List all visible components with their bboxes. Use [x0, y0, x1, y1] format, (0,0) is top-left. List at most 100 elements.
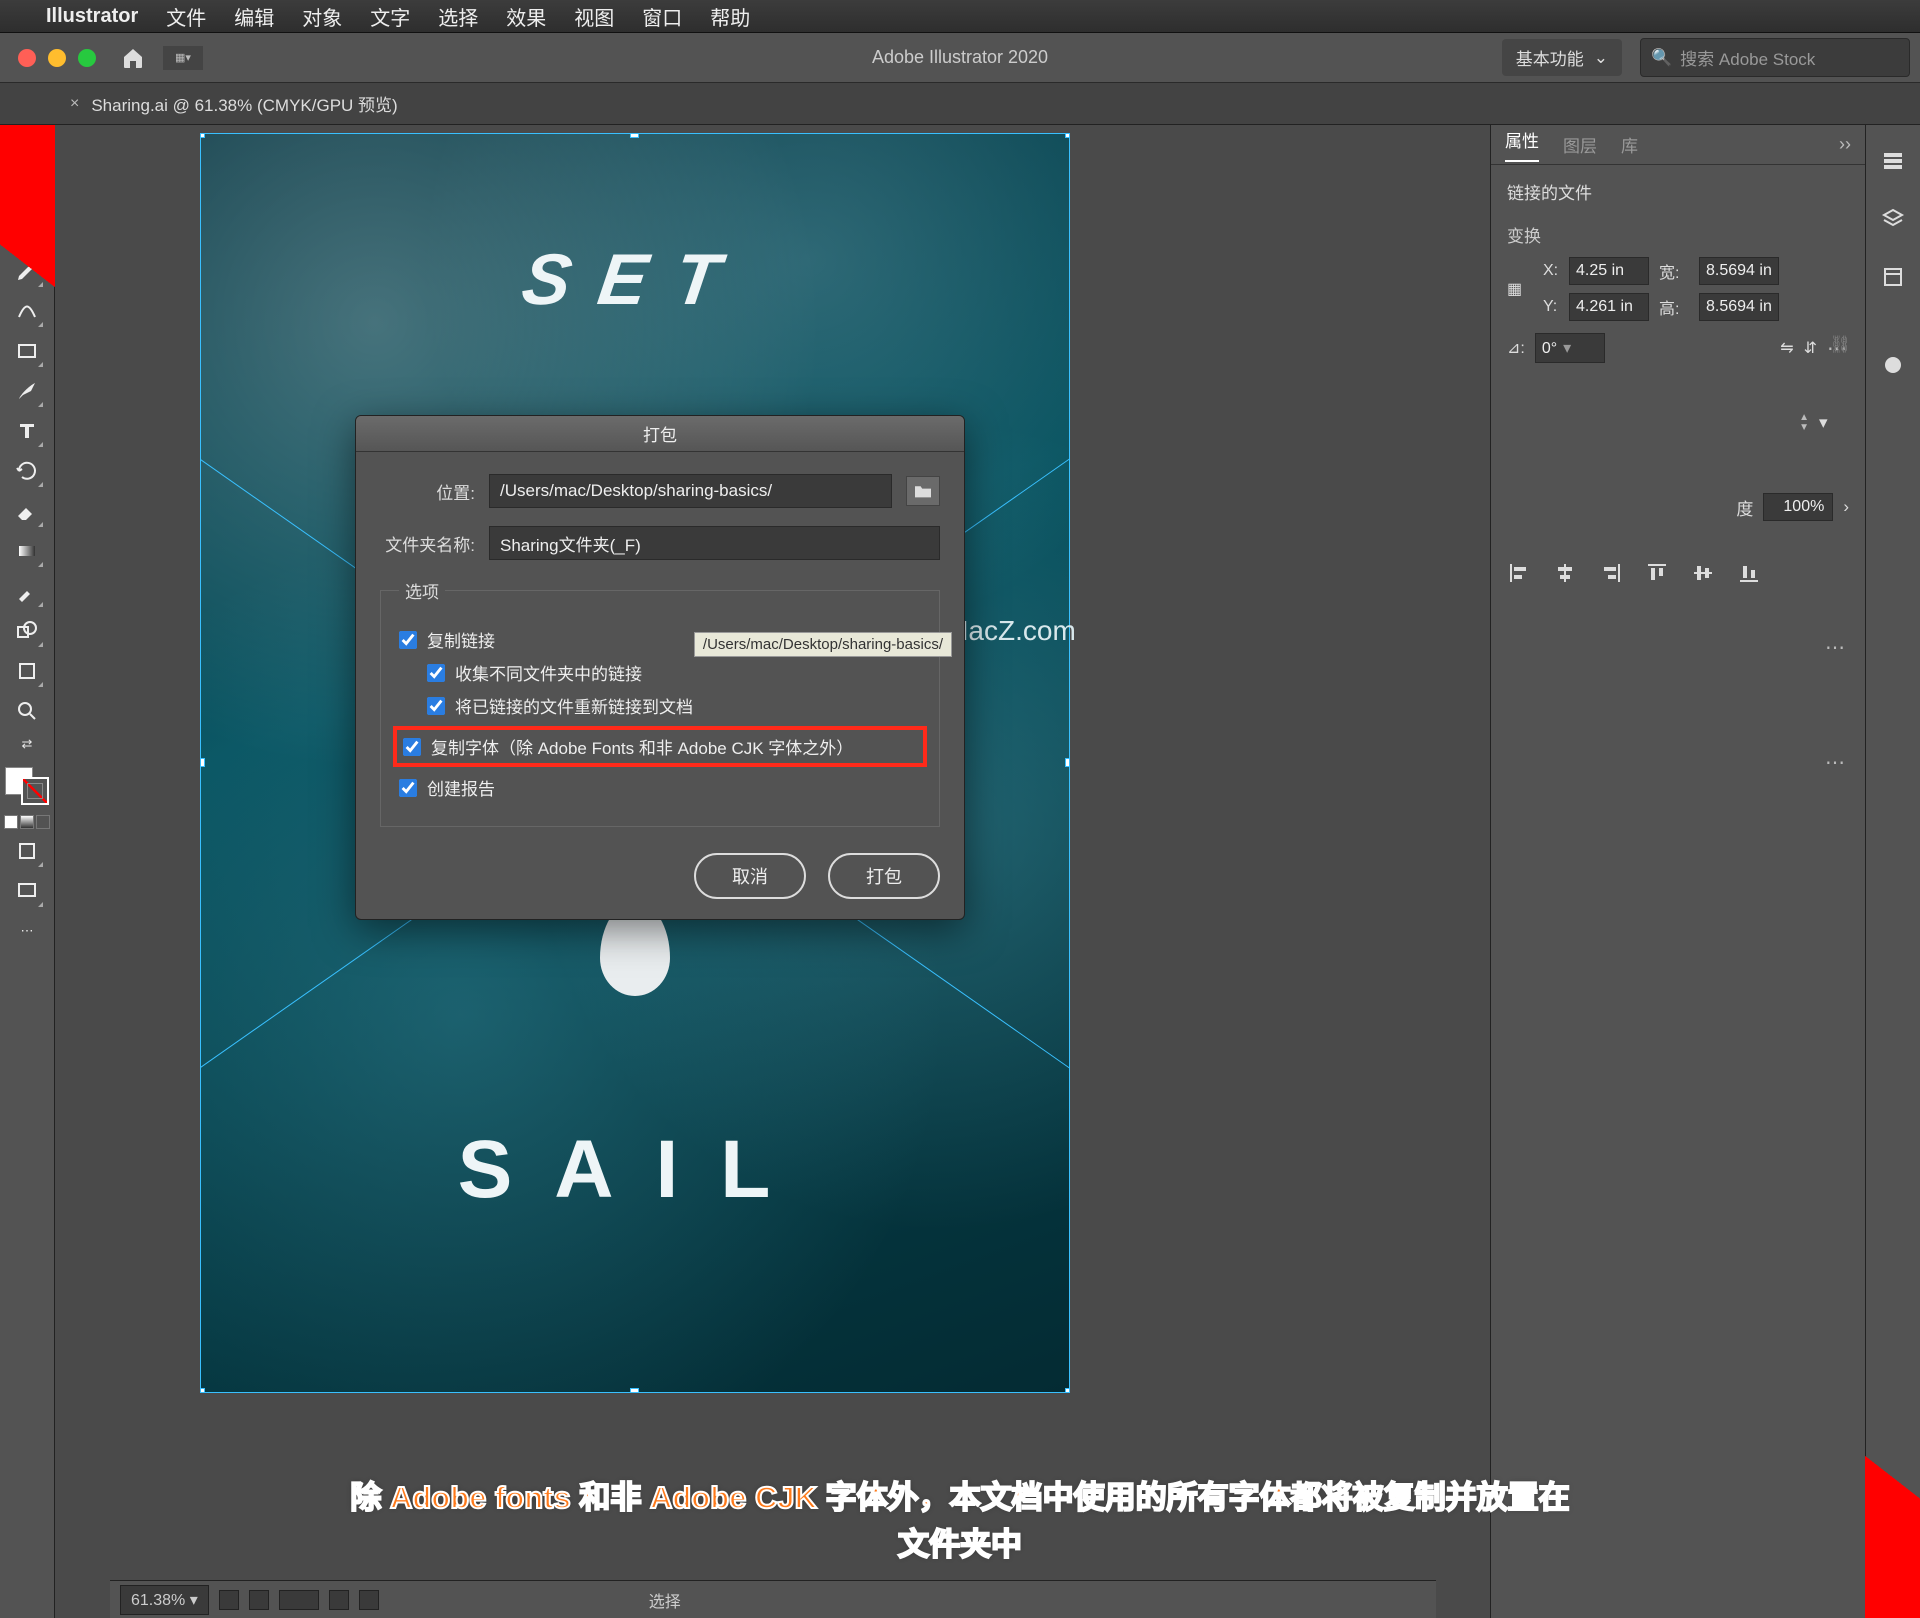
- menu-view[interactable]: 视图: [574, 2, 614, 31]
- checkbox-collect-links[interactable]: 收集不同文件夹中的链接: [427, 660, 921, 685]
- app-top-bar: ▦▾ Adobe Illustrator 2020 基本功能 ⌄ 🔍 搜索 Ad…: [0, 33, 1920, 83]
- artboard-nav-field[interactable]: [279, 1590, 319, 1610]
- reference-point-icon[interactable]: ▦: [1507, 279, 1533, 299]
- main-area: ⏵ ⇄ ⋯ SET SAIL: [0, 125, 1920, 1618]
- menu-file[interactable]: 文件: [166, 2, 206, 31]
- cancel-button[interactable]: 取消: [694, 853, 806, 899]
- menu-effect[interactable]: 效果: [506, 2, 546, 31]
- maximize-window-icon[interactable]: [78, 49, 96, 67]
- align-left-icon[interactable]: [1507, 561, 1531, 590]
- opacity-input[interactable]: 100%: [1763, 493, 1833, 521]
- search-placeholder: 搜索 Adobe Stock: [1680, 45, 1815, 70]
- macos-menubar: Illustrator 文件 编辑 对象 文字 选择 效果 视图 窗口 帮助: [0, 0, 1920, 33]
- h-label: 高:: [1659, 295, 1689, 319]
- angle-label: ⊿:: [1507, 338, 1525, 358]
- collapse-panel-icon[interactable]: ››: [1839, 134, 1851, 155]
- properties-panel-icon[interactable]: [1875, 143, 1911, 179]
- libraries-panel-icon[interactable]: [1875, 259, 1911, 295]
- link-wh-icon[interactable]: ⛓: [1829, 335, 1851, 355]
- document-tab-bar: × Sharing.ai @ 61.38% (CMYK/GPU 预览): [0, 83, 1920, 125]
- package-dialog: 打包 位置: 文件夹名称: /Users/mac/Desktop/sharing…: [355, 415, 965, 920]
- blend-mode-dropdown[interactable]: ▾: [1819, 413, 1849, 433]
- left-toolbar: ⏵ ⇄ ⋯: [0, 125, 55, 1618]
- app-title: Adobe Illustrator 2020: [872, 47, 1048, 68]
- close-window-icon[interactable]: [18, 49, 36, 67]
- selection-handle[interactable]: [1065, 758, 1070, 767]
- checkbox-create-report[interactable]: 创建报告: [399, 775, 921, 800]
- y-label: Y:: [1543, 298, 1559, 316]
- height-input[interactable]: [1699, 293, 1779, 321]
- menu-help[interactable]: 帮助: [710, 2, 750, 31]
- package-button[interactable]: 打包: [828, 853, 940, 899]
- appearance-more-icon[interactable]: ⋯: [1825, 635, 1847, 660]
- align-more-icon[interactable]: ⋯: [1825, 750, 1847, 775]
- home-icon[interactable]: [121, 46, 145, 70]
- flip-vertical-icon[interactable]: ⇵: [1804, 338, 1817, 358]
- align-hcenter-icon[interactable]: [1553, 561, 1577, 590]
- document-tab[interactable]: × Sharing.ai @ 61.38% (CMYK/GPU 预览): [70, 91, 398, 116]
- tab-properties[interactable]: 属性: [1505, 127, 1539, 162]
- selection-type-label: 链接的文件: [1507, 179, 1849, 204]
- nav-next-icon[interactable]: [329, 1590, 349, 1610]
- workspace-selector[interactable]: 基本功能 ⌄: [1502, 39, 1622, 76]
- workspace-label: 基本功能: [1516, 45, 1584, 70]
- selection-handle[interactable]: [1065, 1388, 1070, 1393]
- arrange-documents-icon[interactable]: ▦▾: [163, 46, 203, 70]
- width-input[interactable]: [1699, 257, 1779, 285]
- folder-name-input[interactable]: [489, 526, 940, 560]
- options-legend: 选项: [399, 578, 445, 603]
- location-input[interactable]: [489, 474, 892, 508]
- align-top-icon[interactable]: [1645, 561, 1669, 590]
- tab-layers[interactable]: 图层: [1563, 132, 1597, 157]
- nav-prev-icon[interactable]: [249, 1590, 269, 1610]
- selection-handle[interactable]: [200, 133, 205, 138]
- align-bottom-icon[interactable]: [1737, 561, 1761, 590]
- tab-label: Sharing.ai @ 61.38% (CMYK/GPU 预览): [91, 91, 397, 116]
- transform-label: 变换: [1507, 222, 1849, 247]
- close-tab-icon[interactable]: ×: [70, 95, 79, 113]
- align-buttons: [1507, 561, 1849, 590]
- location-label: 位置:: [380, 479, 475, 504]
- app-name[interactable]: Illustrator: [46, 5, 138, 28]
- browse-folder-button[interactable]: [906, 476, 940, 506]
- menu-object[interactable]: 对象: [302, 2, 342, 31]
- edit-toolbar-icon[interactable]: ⋯: [9, 913, 45, 949]
- search-icon: 🔍: [1651, 48, 1672, 68]
- nav-first-icon[interactable]: [219, 1590, 239, 1610]
- opacity-stepper[interactable]: ▲▼: [1799, 413, 1809, 433]
- dialog-title: 打包: [356, 416, 964, 452]
- checkbox-relink[interactable]: 将已链接的文件重新链接到文档: [427, 693, 921, 718]
- draw-mode-icon[interactable]: [9, 833, 45, 869]
- panel-tabs: 属性 图层 库 ››: [1491, 125, 1865, 165]
- zoom-level[interactable]: 61.38% ▾: [120, 1585, 209, 1615]
- align-vcenter-icon[interactable]: [1691, 561, 1715, 590]
- selection-handle[interactable]: [1065, 133, 1070, 138]
- options-group: 选项 复制链接 收集不同文件夹中的链接 将已链接的文件重新链接到文档 复制字体（…: [380, 578, 940, 827]
- nav-last-icon[interactable]: [359, 1590, 379, 1610]
- menu-window[interactable]: 窗口: [642, 2, 682, 31]
- y-input[interactable]: [1569, 293, 1649, 321]
- artwork-text-bottom: SAIL: [201, 1123, 1069, 1217]
- flip-horizontal-icon[interactable]: ⇋: [1780, 338, 1793, 358]
- search-stock-field[interactable]: 🔍 搜索 Adobe Stock: [1640, 38, 1910, 77]
- menu-select[interactable]: 选择: [438, 2, 478, 31]
- selection-handle[interactable]: [630, 1388, 639, 1393]
- tab-libraries[interactable]: 库: [1621, 132, 1638, 157]
- menu-edit[interactable]: 编辑: [234, 2, 274, 31]
- status-bar: 61.38% ▾ 选择: [110, 1580, 1436, 1618]
- x-input[interactable]: [1569, 257, 1649, 285]
- screen-mode-icon[interactable]: [9, 873, 45, 909]
- align-right-icon[interactable]: [1599, 561, 1623, 590]
- cloud-sync-icon[interactable]: [1875, 347, 1911, 383]
- selection-handle[interactable]: [200, 758, 205, 767]
- rotation-input[interactable]: 0°: [1535, 333, 1605, 363]
- selection-handle[interactable]: [200, 1388, 205, 1393]
- opacity-arrow-icon[interactable]: ›: [1843, 497, 1849, 517]
- color-mode-swatches[interactable]: [4, 815, 50, 829]
- highlight-annotation: 复制字体（除 Adobe Fonts 和非 Adobe CJK 字体之外）: [393, 726, 927, 767]
- selection-handle[interactable]: [630, 133, 639, 138]
- layers-panel-icon[interactable]: [1875, 201, 1911, 237]
- minimize-window-icon[interactable]: [48, 49, 66, 67]
- menu-type[interactable]: 文字: [370, 2, 410, 31]
- checkbox-copy-fonts[interactable]: 复制字体（除 Adobe Fonts 和非 Adobe CJK 字体之外）: [403, 734, 917, 759]
